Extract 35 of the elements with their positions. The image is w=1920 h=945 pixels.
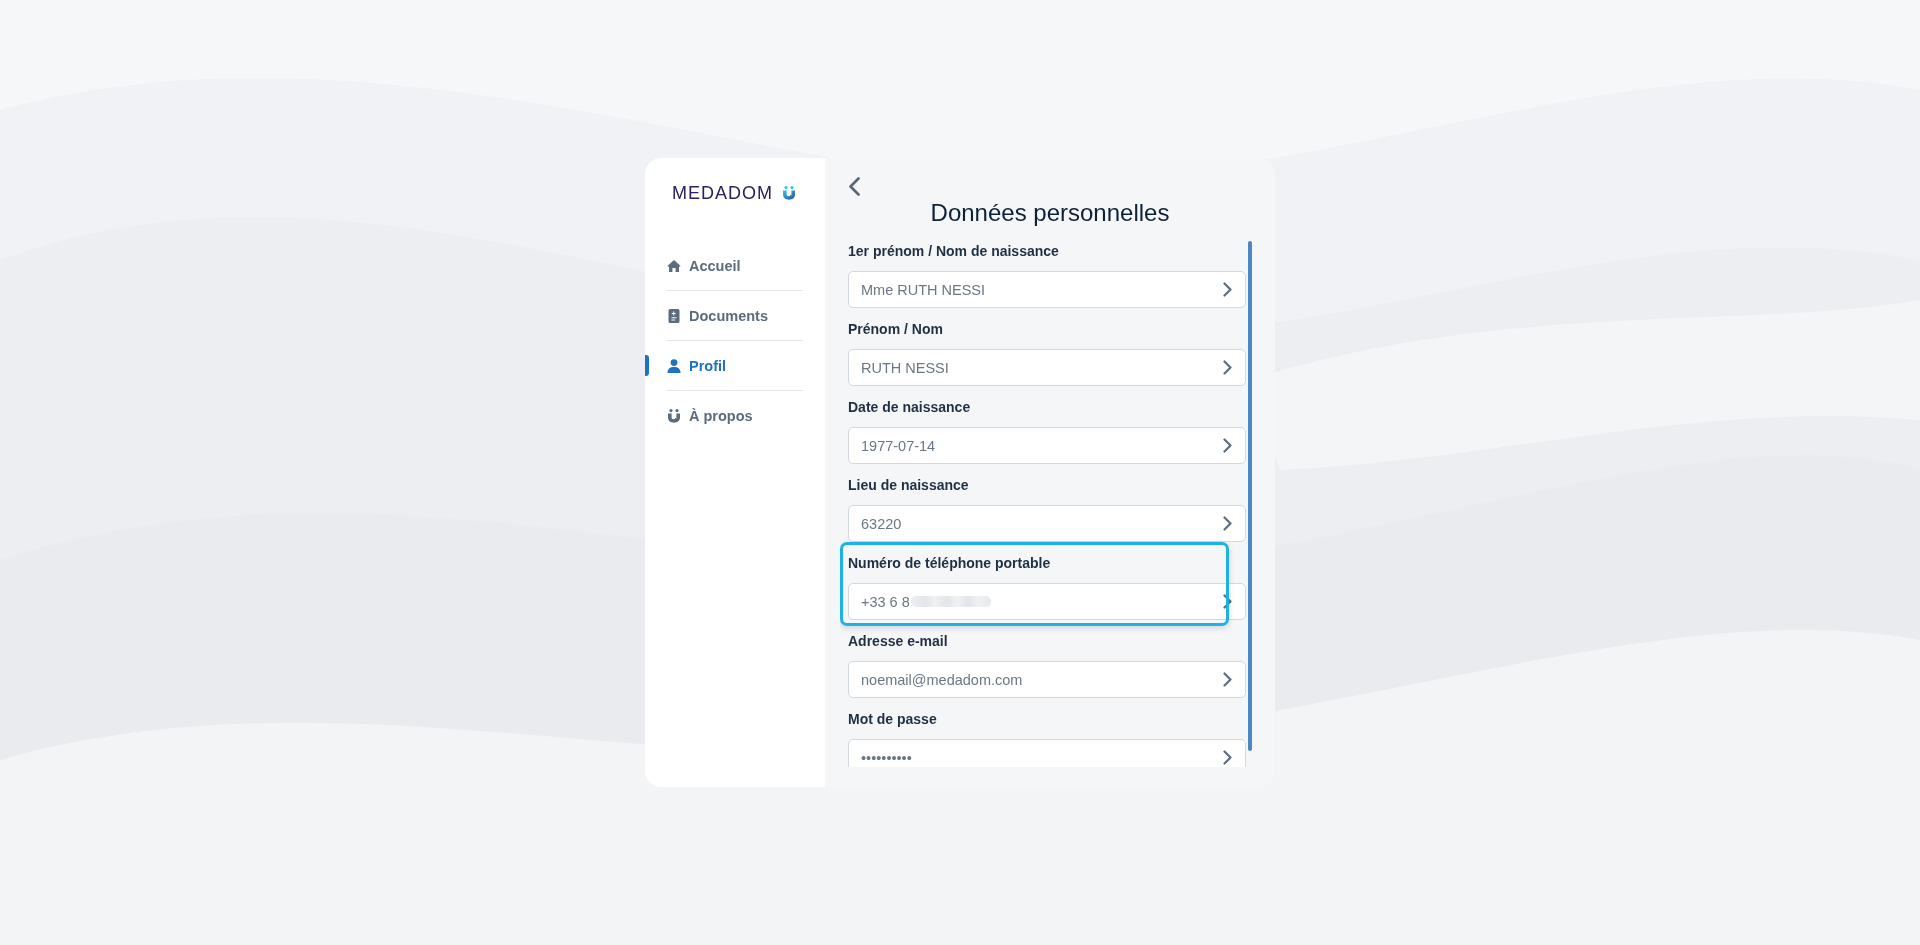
back-icon[interactable] bbox=[848, 176, 860, 196]
house-icon bbox=[667, 258, 681, 273]
field-label: Date de naissance bbox=[848, 398, 971, 417]
logo-mark-icon bbox=[667, 408, 681, 423]
logo-wordmark: MEDADOM bbox=[672, 182, 773, 204]
chevron-right-icon bbox=[1223, 438, 1232, 453]
chevron-right-icon bbox=[1223, 672, 1232, 687]
chevron-right-icon bbox=[1223, 516, 1232, 531]
field-label: Prénom / Nom bbox=[848, 320, 943, 339]
input-field[interactable]: RUTH NESSI bbox=[848, 349, 1246, 386]
document-icon bbox=[667, 308, 681, 323]
field-label: Numéro de téléphone portable bbox=[848, 554, 1051, 573]
input-field[interactable]: Mme RUTH NESSI bbox=[848, 271, 1246, 308]
nav-item[interactable]: À propos bbox=[667, 391, 803, 440]
input-field[interactable]: +33 6 8 bbox=[848, 583, 1246, 620]
field-label: Mot de passe bbox=[848, 710, 937, 729]
nav-item[interactable]: Accueil bbox=[667, 241, 803, 290]
input-field[interactable]: 1977-07-14 bbox=[848, 427, 1246, 464]
page-title: Données personnelles bbox=[929, 198, 1171, 228]
field-label: Adresse e-mail bbox=[848, 632, 948, 651]
scrollbar-thumb[interactable] bbox=[1248, 241, 1252, 751]
input-field[interactable]: •••••••••• bbox=[848, 739, 1246, 767]
chevron-right-icon bbox=[1223, 282, 1232, 297]
chevron-right-icon bbox=[1223, 360, 1232, 375]
person-icon bbox=[667, 358, 681, 373]
nav-item[interactable]: Profil bbox=[667, 341, 803, 390]
input-field[interactable]: 63220 bbox=[848, 505, 1246, 542]
field-label: 1er prénom / Nom de naissance bbox=[848, 242, 1059, 261]
chevron-right-icon bbox=[1223, 750, 1232, 765]
chevron-right-icon bbox=[1223, 594, 1232, 609]
active-indicator bbox=[645, 355, 649, 376]
field-label: Lieu de naissance bbox=[848, 476, 969, 495]
input-field[interactable]: noemail@medadom.com bbox=[848, 661, 1246, 698]
nav-item[interactable]: Documents bbox=[667, 291, 803, 340]
logo-mark-icon bbox=[782, 186, 796, 200]
